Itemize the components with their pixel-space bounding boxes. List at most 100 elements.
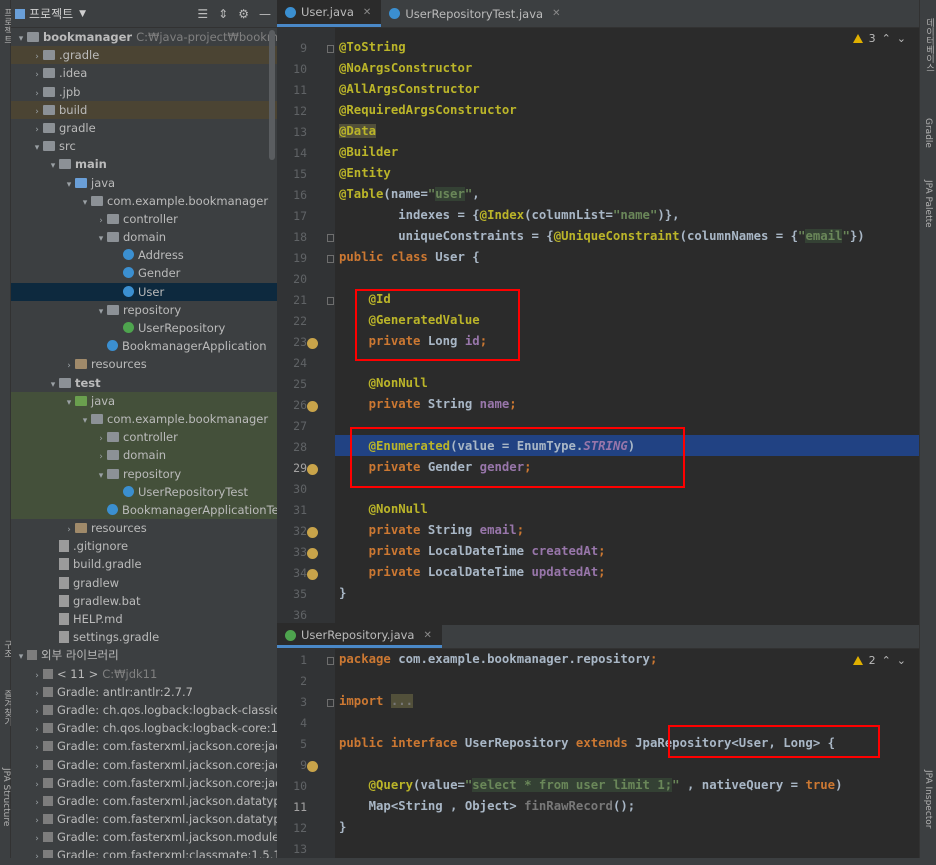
- code-line[interactable]: import ...: [339, 694, 414, 708]
- code-line[interactable]: @Entity: [339, 166, 391, 180]
- tree-item[interactable]: › domain: [11, 446, 277, 465]
- code-line[interactable]: }: [339, 820, 346, 834]
- tree-item[interactable]: ›Gradle: com.fasterxml.jackson.datatype:…: [11, 792, 277, 810]
- code-line[interactable]: private LocalDateTime updatedAt;: [339, 565, 606, 579]
- code-line[interactable]: private LocalDateTime createdAt;: [339, 544, 606, 558]
- fold-icon[interactable]: [327, 297, 334, 305]
- tree-item[interactable]: build.gradle: [11, 555, 277, 573]
- code-line[interactable]: @RequiredArgsConstructor: [339, 103, 517, 117]
- tree-item[interactable]: › controller: [11, 428, 277, 447]
- code-line[interactable]: @NoArgsConstructor: [339, 61, 472, 75]
- project-title[interactable]: 프로젝트: [29, 5, 73, 22]
- tree-item[interactable]: › resources: [11, 355, 277, 373]
- fold-icon[interactable]: [327, 657, 334, 665]
- tree-item[interactable]: › .gradle: [11, 46, 277, 65]
- code-line[interactable]: public class User {: [339, 250, 480, 264]
- gutter-marker-icon[interactable]: [307, 338, 318, 349]
- inspection-widget[interactable]: 3 ⌃ ⌄: [852, 32, 906, 45]
- tree-item[interactable]: ›Gradle: com.fasterxml.jackson.module:ja…: [11, 828, 277, 846]
- tree-item[interactable]: ›Gradle: com.fasterxml.jackson.core:jack…: [11, 774, 277, 792]
- jpa-palette-tool-label[interactable]: JPA Palette: [923, 180, 933, 228]
- tree-item[interactable]: ▾ com.example.bookmanager: [11, 192, 277, 210]
- close-icon[interactable]: ✕: [552, 8, 560, 19]
- tree-item[interactable]: Gender: [11, 264, 277, 282]
- database-tool-label[interactable]: 데이터베이스: [923, 18, 936, 72]
- fold-icon[interactable]: [327, 255, 334, 263]
- close-icon[interactable]: ✕: [423, 630, 431, 641]
- tree-item[interactable]: User: [11, 282, 277, 301]
- close-icon[interactable]: ✕: [363, 7, 371, 18]
- gutter-marker-icon[interactable]: [307, 464, 318, 475]
- tree-item[interactable]: › < 11 > C:₩jdk11: [11, 665, 277, 683]
- tree-item[interactable]: settings.gradle: [11, 628, 277, 646]
- chevron-down-icon[interactable]: ▼: [79, 9, 86, 19]
- code-line[interactable]: }: [339, 586, 346, 600]
- tree-item[interactable]: ▾ java: [11, 174, 277, 192]
- tree-item[interactable]: ▾ test: [11, 374, 277, 392]
- gutter-marker-icon[interactable]: [307, 761, 318, 772]
- minimize-icon[interactable]: —: [259, 7, 271, 21]
- code-line[interactable]: @NonNull: [339, 502, 428, 516]
- code-line[interactable]: private String name;: [339, 397, 517, 411]
- code-line[interactable]: private String email;: [339, 523, 525, 537]
- tree-item[interactable]: HELP.md: [11, 610, 277, 628]
- gutter-marker-icon[interactable]: [307, 401, 318, 412]
- tree-item[interactable]: ›Gradle: com.fasterxml.jackson.datatype:…: [11, 810, 277, 828]
- gutter-marker-icon[interactable]: [307, 548, 318, 559]
- fold-icon[interactable]: [327, 234, 334, 242]
- code-line[interactable]: @AllArgsConstructor: [339, 82, 480, 96]
- tree-item[interactable]: ▾ 외부 라이브러리: [11, 646, 277, 664]
- tree-item[interactable]: ▾bookmanagerC:₩java-project₩bookmanager: [11, 28, 277, 46]
- tree-item[interactable]: › Gradle: antlr:antlr:2.7.7: [11, 683, 277, 701]
- tree-item[interactable]: › resources: [11, 519, 277, 537]
- tree-item[interactable]: Address: [11, 246, 277, 264]
- tree-item[interactable]: ›Gradle: com.fasterxml.jackson.core:jack…: [11, 756, 277, 774]
- fold-icon[interactable]: [327, 45, 334, 53]
- code-line[interactable]: @NonNull: [339, 376, 428, 390]
- chevron-down-icon[interactable]: ⌄: [897, 32, 906, 45]
- tab-user-repository-test[interactable]: UserRepositoryTest.java ✕: [381, 0, 570, 27]
- tree-item[interactable]: BookmanagerApplicationTests: [11, 500, 277, 520]
- tab-user-repository[interactable]: UserRepository.java ✕: [277, 625, 442, 648]
- tree-item[interactable]: UserRepository: [11, 319, 277, 337]
- tree-item[interactable]: ▾ repository: [11, 301, 277, 319]
- tree-item[interactable]: gradlew: [11, 574, 277, 592]
- code-line[interactable]: @ToString: [339, 40, 406, 54]
- gutter-marker-icon[interactable]: [307, 527, 318, 538]
- code-line[interactable]: package com.example.bookmanager.reposito…: [339, 652, 657, 666]
- chevron-down-icon[interactable]: ⌄: [897, 654, 906, 667]
- tree-item[interactable]: ›Gradle: com.fasterxml.jackson.core:jack…: [11, 737, 277, 755]
- chevron-up-icon[interactable]: ⌃: [882, 32, 891, 45]
- tab-user-java[interactable]: User.java ✕: [277, 0, 382, 27]
- tree-item[interactable]: › .idea: [11, 64, 277, 82]
- tree-item[interactable]: ▾ com.example.bookmanager: [11, 409, 277, 429]
- tree-item[interactable]: › controller: [11, 210, 277, 228]
- gear-icon[interactable]: ⚙: [238, 7, 249, 21]
- tree-item[interactable]: gradlew.bat: [11, 592, 277, 610]
- code-line[interactable]: indexes = {@Index(columnList="name")},: [339, 208, 679, 222]
- code-line[interactable]: uniqueConstraints = {@UniqueConstraint(c…: [339, 229, 865, 243]
- tree-item[interactable]: ▾ src: [11, 137, 277, 155]
- tree-item[interactable]: ▾ java: [11, 391, 277, 410]
- tree-item[interactable]: ▾ repository: [11, 464, 277, 483]
- tree-item[interactable]: ›Gradle: ch.qos.logback:logback-classic:…: [11, 701, 277, 719]
- tree-item[interactable]: UserRepositoryTest: [11, 482, 277, 501]
- tree-item[interactable]: ▾ domain: [11, 228, 277, 246]
- collapse-all-icon[interactable]: ☰: [197, 7, 208, 21]
- tree-item[interactable]: › gradle: [11, 119, 277, 137]
- jpa-inspector-tool-label[interactable]: JPA Inspector: [923, 770, 933, 829]
- gutter-marker-icon[interactable]: [307, 569, 318, 580]
- tree-item[interactable]: › build: [11, 100, 277, 119]
- tree-item[interactable]: .gitignore: [11, 537, 277, 555]
- code-line[interactable]: @Table(name="user",: [339, 187, 480, 201]
- tree-item[interactable]: › .jpb: [11, 83, 277, 101]
- project-scrollbar[interactable]: [269, 30, 275, 160]
- inspection-widget[interactable]: 2 ⌃ ⌄: [852, 654, 906, 667]
- chevron-up-icon[interactable]: ⌃: [882, 654, 891, 667]
- tree-item[interactable]: › Gradle: ch.qos.logback:logback-core:1.2…: [11, 719, 277, 737]
- tree-item[interactable]: BookmanagerApplication: [11, 337, 277, 355]
- expand-icon[interactable]: ⇕: [218, 7, 228, 21]
- code-line[interactable]: @Query(value="select * from user limit 1…: [339, 778, 842, 792]
- code-line[interactable]: @Builder: [339, 145, 398, 159]
- code-line[interactable]: @Data: [339, 124, 377, 138]
